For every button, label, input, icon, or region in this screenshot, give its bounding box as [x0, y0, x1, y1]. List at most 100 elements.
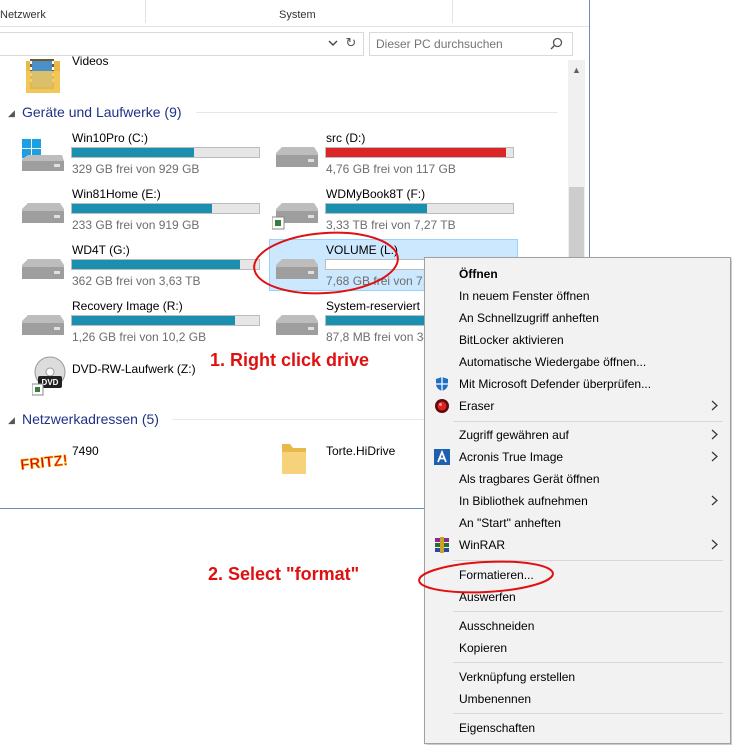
menu-separator [453, 662, 723, 663]
drive-free-space: 4,76 GB frei von 117 GB [326, 162, 456, 176]
collapse-chevron-icon[interactable]: ◢ [8, 415, 15, 426]
menu-item-bitlocker[interactable]: BitLocker aktivieren [425, 329, 730, 351]
drive-name: Win10Pro (C:) [72, 131, 149, 145]
drive-tile-e[interactable]: Win81Home (E:) 233 GB frei von 919 GB [18, 187, 263, 237]
menu-item-label: Acronis True Image [459, 450, 564, 464]
drive-free-space: 233 GB frei von 919 GB [72, 218, 200, 232]
collapse-chevron-icon[interactable]: ◢ [8, 108, 15, 119]
menu-item-label: Als tragbares Gerät öffnen [459, 472, 600, 486]
acronis-icon [434, 449, 450, 465]
drive-tile-c[interactable]: Win10Pro (C:) 329 GB frei von 929 GB [18, 131, 263, 181]
ribbon-group-network: Netzwerk [0, 9, 46, 21]
hard-drive-icon [22, 203, 64, 223]
videos-folder-icon[interactable] [24, 57, 64, 95]
menu-item-properties[interactable]: Eigenschaften [425, 717, 730, 739]
menu-item-label: BitLocker aktivieren [459, 333, 564, 347]
folder-icon [282, 444, 306, 474]
fritzbox-icon: FRITZ! [19, 452, 68, 474]
menu-item-eraser[interactable]: Eraser [425, 395, 730, 417]
drive-name: DVD-RW-Laufwerk (Z:) [72, 362, 196, 376]
usage-bar-fill [72, 316, 235, 325]
chevron-down-icon[interactable] [328, 38, 338, 48]
menu-item-autoplay[interactable]: Automatische Wiedergabe öffnen... [425, 351, 730, 373]
menu-item-label: Kopieren [459, 641, 508, 655]
search-icon[interactable] [550, 37, 563, 50]
drive-free-space: 329 GB frei von 929 GB [72, 162, 200, 176]
menu-item-label: Mit Microsoft Defender überprüfen... [459, 377, 652, 391]
menu-item-open-portable-device[interactable]: Als tragbares Gerät öffnen [425, 468, 730, 490]
drive-tile-g[interactable]: WD4T (G:) 362 GB frei von 3,63 TB [18, 243, 263, 293]
group-divider [196, 112, 558, 113]
menu-item-winrar[interactable]: WinRAR [425, 534, 730, 556]
usage-bar [71, 147, 260, 158]
address-bar[interactable] [0, 32, 364, 56]
menu-item-acronis[interactable]: Acronis True Image [425, 446, 730, 468]
context-menu: Öffnen In neuem Fenster öffnen An Schnel… [424, 257, 731, 744]
menu-item-label: WinRAR [459, 538, 506, 552]
usage-bar-fill [72, 260, 241, 269]
drive-free-space: 87,8 MB frei von 34 [326, 330, 431, 344]
winrar-icon [435, 537, 449, 553]
hard-drive-icon [22, 139, 64, 171]
menu-item-label: Ausschneiden [459, 619, 535, 633]
menu-item-label: An Schnellzugriff anheften [459, 311, 599, 325]
menu-separator [453, 611, 723, 612]
svg-text:DVD: DVD [42, 378, 59, 387]
hard-drive-icon [22, 259, 64, 279]
annotation-circle-format [418, 560, 554, 594]
group-header-network[interactable]: Netzwerkadressen (5) [22, 411, 159, 427]
refresh-icon[interactable]: ↻ [344, 36, 358, 50]
annotation-step-1: 1. Right click drive [210, 350, 370, 370]
search-box[interactable] [369, 32, 573, 56]
dvd-drive-icon: DVD [32, 356, 66, 396]
network-item-7490[interactable]: FRITZ! 7490 [18, 440, 263, 480]
menu-item-label: An "Start" anheften [459, 516, 561, 530]
menu-item-open-new-window[interactable]: In neuem Fenster öffnen [425, 285, 730, 307]
drive-name: WD4T (G:) [72, 243, 130, 257]
menu-item-cut[interactable]: Ausschneiden [425, 615, 730, 637]
menu-item-include-in-library[interactable]: In Bibliothek aufnehmen [425, 490, 730, 512]
usage-bar [71, 315, 260, 326]
menu-item-defender-scan[interactable]: Mit Microsoft Defender überprüfen... [425, 373, 730, 395]
submenu-arrow-icon [711, 539, 718, 550]
hard-drive-icon [272, 203, 318, 230]
menu-item-pin-quick-access[interactable]: An Schnellzugriff anheften [425, 307, 730, 329]
drive-tile-d[interactable]: src (D:) 4,76 GB frei von 117 GB [272, 131, 517, 181]
svg-text:FRITZ!: FRITZ! [20, 452, 68, 474]
usage-bar-fill [72, 204, 213, 213]
menu-item-pin-to-start[interactable]: An "Start" anheften [425, 512, 730, 534]
defender-shield-icon [436, 377, 448, 391]
drive-tile-r[interactable]: Recovery Image (R:) 1,26 GB frei von 10,… [18, 299, 263, 349]
menu-separator [453, 421, 723, 422]
drive-free-space: 362 GB frei von 3,63 TB [72, 274, 201, 288]
menu-item-copy[interactable]: Kopieren [425, 637, 730, 659]
group-header-devices[interactable]: Geräte und Laufwerke (9) [22, 104, 182, 120]
ribbon-group-system: System [279, 9, 316, 21]
videos-label: Videos [72, 54, 109, 68]
scroll-up-arrow-icon[interactable]: ▲ [568, 62, 585, 79]
menu-item-give-access[interactable]: Zugriff gewähren auf [425, 424, 730, 446]
network-item-label: Torte.HiDrive [326, 444, 396, 458]
menu-item-label: Zugriff gewähren auf [459, 428, 569, 442]
usage-bar-fill [326, 148, 506, 157]
drive-free-space: 1,26 GB frei von 10,2 GB [72, 330, 207, 344]
menu-item-label: Eraser [459, 399, 495, 413]
search-input[interactable] [376, 36, 546, 52]
usage-bar [325, 203, 514, 214]
menu-item-label: In Bibliothek aufnehmen [459, 494, 588, 508]
menu-item-open[interactable]: Öffnen [425, 263, 730, 285]
hard-drive-icon [276, 147, 318, 167]
menu-item-create-shortcut[interactable]: Verknüpfung erstellen [425, 666, 730, 688]
eraser-icon [435, 399, 449, 413]
menu-item-label: In neuem Fenster öffnen [459, 289, 590, 303]
network-item-label: 7490 [72, 444, 99, 458]
menu-item-label: Umbenennen [459, 692, 532, 706]
ribbon-separator [145, 0, 146, 23]
usage-bar [71, 259, 260, 270]
menu-item-rename[interactable]: Umbenennen [425, 688, 730, 710]
drive-name: Win81Home (E:) [72, 187, 161, 201]
menu-item-label: Öffnen [459, 267, 498, 281]
drive-name: WDMyBook8T (F:) [326, 187, 426, 201]
menu-item-label: Automatische Wiedergabe öffnen... [459, 355, 647, 369]
submenu-arrow-icon [711, 495, 718, 506]
